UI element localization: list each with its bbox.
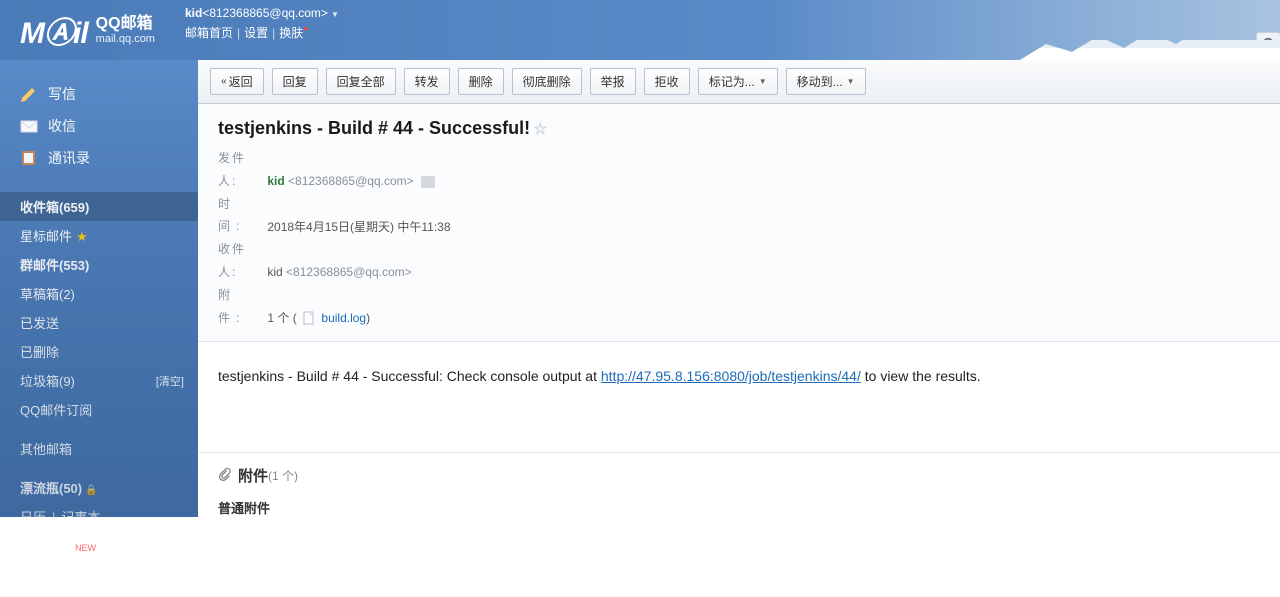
delete-perm-button[interactable]: 彻底删除 (512, 68, 582, 95)
envelope-icon (20, 118, 38, 134)
sidebar-subscribe[interactable]: QQ邮件订阅 (0, 395, 198, 424)
header-nav: 邮箱首页|设置|换肤● (185, 24, 339, 41)
time-row: 时 间: 2018年4月15日(星期天) 中午11:38 (218, 193, 1260, 239)
att-count: 1 个 (267, 311, 289, 325)
nav-home[interactable]: 邮箱首页 (185, 26, 233, 40)
delete-button[interactable]: 删除 (458, 68, 504, 95)
attachment-subtype: 普通附件 (218, 498, 1260, 517)
from-row: 发件人: kid <812368865@qq.com> (218, 147, 1260, 193)
markas-button[interactable]: 标记为...▼ (698, 68, 778, 95)
user-name: kid (185, 6, 202, 20)
compose-label: 写信 (48, 84, 76, 104)
attachment-link[interactable]: build.log (321, 311, 366, 325)
replyall-button[interactable]: 回复全部 (326, 68, 396, 95)
sidebar-notes[interactable]: 记事本 (61, 510, 100, 525)
back-button[interactable]: «返回 (210, 68, 264, 95)
from-name[interactable]: kid (267, 174, 284, 188)
subject: testjenkins - Build # 44 - Successful!☆ (218, 118, 1260, 139)
logo-en: mail.qq.com (96, 33, 155, 45)
sidebar-starred[interactable]: 星标邮件★ (0, 221, 198, 250)
sidebar-drafts[interactable]: 草稿箱(2) (0, 279, 198, 308)
clear-trash[interactable]: [清空] (156, 373, 184, 389)
sidebar-sent[interactable]: 已发送 (0, 308, 198, 337)
sidebar-docs[interactable]: 在线文档NEW (0, 531, 198, 560)
new-badge: NEW (75, 543, 96, 553)
pencil-icon (20, 86, 38, 102)
body-post: to view the results. (861, 368, 981, 384)
star-icon: ★ (76, 229, 88, 244)
mail-header: testjenkins - Build # 44 - Successful!☆ … (198, 104, 1280, 342)
logo[interactable]: MⒶil QQ邮箱 mail.qq.com (0, 0, 175, 60)
user-dropdown-icon[interactable]: ▼ (331, 10, 339, 19)
header-info: kid<812368865@qq.com>▼ 邮箱首页|设置|换肤● (175, 0, 339, 41)
attachment-title: 附件(1 个) (218, 465, 1260, 486)
nav-skin[interactable]: 换肤 (279, 26, 303, 40)
sidebar-deleted[interactable]: 已删除 (0, 337, 198, 366)
body-link[interactable]: http://47.95.8.156:8080/job/testjenkins/… (601, 368, 861, 384)
receive-label: 收信 (48, 116, 76, 136)
sidebar-calendar[interactable]: 日历 (20, 510, 46, 525)
sidebar-group[interactable]: 群邮件(553) (0, 250, 198, 279)
reject-button[interactable]: 拒收 (644, 68, 690, 95)
back-arrow-icon: « (221, 76, 227, 87)
top-header: MⒶil QQ邮箱 mail.qq.com kid<812368865@qq.c… (0, 0, 1280, 60)
sidebar-trash[interactable]: 垃圾箱(9)[清空] (0, 366, 198, 395)
body-pre: testjenkins - Build # 44 - Successful: C… (218, 368, 601, 384)
report-button[interactable]: 举报 (590, 68, 636, 95)
to-name: kid (267, 265, 282, 279)
forward-button[interactable]: 转发 (404, 68, 450, 95)
from-addr: <812368865@qq.com> (288, 174, 414, 188)
bottle-icon: 🔒 (85, 485, 97, 496)
book-icon (20, 150, 38, 166)
logo-text: MⒶil (20, 8, 88, 52)
user-line[interactable]: kid<812368865@qq.com>▼ (185, 6, 339, 20)
file-icon (302, 311, 316, 325)
chevron-down-icon: ▼ (847, 77, 855, 86)
time-value: 2018年4月15日(星期天) 中午11:38 (267, 219, 450, 233)
receive-button[interactable]: 收信 (20, 110, 188, 142)
toolbar: «返回 回复 回复全部 转发 删除 彻底删除 举报 拒收 标记为...▼ 移动到… (198, 60, 1280, 104)
compose-button[interactable]: 写信 (20, 78, 188, 110)
search-area (1256, 32, 1280, 56)
subject-text: testjenkins - Build # 44 - Successful! (218, 118, 530, 138)
paperclip-icon (218, 467, 232, 485)
to-addr: <812368865@qq.com> (286, 265, 412, 279)
reply-button[interactable]: 回复 (272, 68, 318, 95)
att-total: (1 个) (268, 467, 298, 484)
attachment-row: 附 件: 1 个 ( build.log) (218, 284, 1260, 330)
nav-settings[interactable]: 设置 (244, 26, 268, 40)
skin-dot-icon: ● (303, 24, 308, 33)
moveto-button[interactable]: 移动到...▼ (786, 68, 866, 95)
content: «返回 回复 回复全部 转发 删除 彻底删除 举报 拒收 标记为...▼ 移动到… (198, 60, 1280, 517)
search-icon (1262, 37, 1276, 51)
sidebar-other[interactable]: 其他邮箱 (0, 434, 198, 463)
to-row: 收件人: kid <812368865@qq.com> (218, 238, 1260, 284)
contacts-label: 通讯录 (48, 148, 90, 168)
sidebar-inbox[interactable]: 收件箱(659) (0, 192, 198, 221)
mail-body: testjenkins - Build # 44 - Successful: C… (198, 342, 1280, 452)
search-button[interactable] (1256, 32, 1280, 56)
sidebar: 写信 收信 通讯录 收件箱(659) 星标邮件★ 群邮件(553) 草稿箱(2)… (0, 60, 198, 517)
attachment-section: 附件(1 个) 普通附件 build.log (12.73K) 预览 下载 收藏… (198, 452, 1280, 517)
logo-cn: QQ邮箱 (96, 15, 155, 33)
sidebar-attcollect[interactable]: 附件收藏 (0, 560, 198, 589)
star-toggle[interactable]: ☆ (533, 121, 547, 138)
sender-badge-icon[interactable] (421, 176, 435, 188)
chevron-down-icon: ▼ (759, 77, 767, 86)
contacts-button[interactable]: 通讯录 (20, 142, 188, 174)
user-email: <812368865@qq.com> (202, 6, 328, 20)
sidebar-bottle[interactable]: 漂流瓶(50)🔒 (0, 473, 198, 502)
